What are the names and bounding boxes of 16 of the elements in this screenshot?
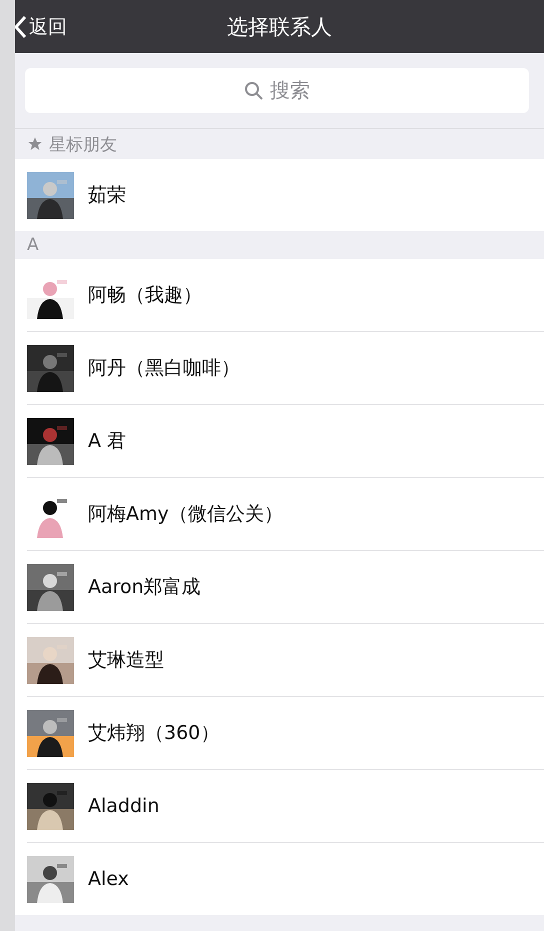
contact-name[interactable]: 阿丹（黑白咖啡） xyxy=(88,355,240,381)
section-header: A xyxy=(27,235,39,255)
contact-name[interactable]: 阿梅Amy（微信公关） xyxy=(88,501,283,527)
screen-title: 选择联系人 xyxy=(227,14,332,38)
contact-name[interactable]: Aladdin xyxy=(88,795,160,817)
section-header: 星标朋友 xyxy=(49,134,117,156)
chevron-left-icon xyxy=(15,14,27,38)
contact-name[interactable]: Aaron郑富成 xyxy=(88,574,201,600)
contact-name[interactable]: A 君 xyxy=(88,428,126,454)
contact-name[interactable]: 阿畅（我趣） xyxy=(88,282,202,308)
contact-name[interactable]: Alex xyxy=(88,868,129,890)
contact-name[interactable]: 茹荣 xyxy=(88,182,126,208)
contact-name[interactable]: 艾炜翔（360） xyxy=(88,720,220,746)
search-icon xyxy=(244,80,264,100)
contact-name[interactable]: 艾琳造型 xyxy=(88,647,164,673)
back-button[interactable]: 返回 xyxy=(15,14,67,40)
